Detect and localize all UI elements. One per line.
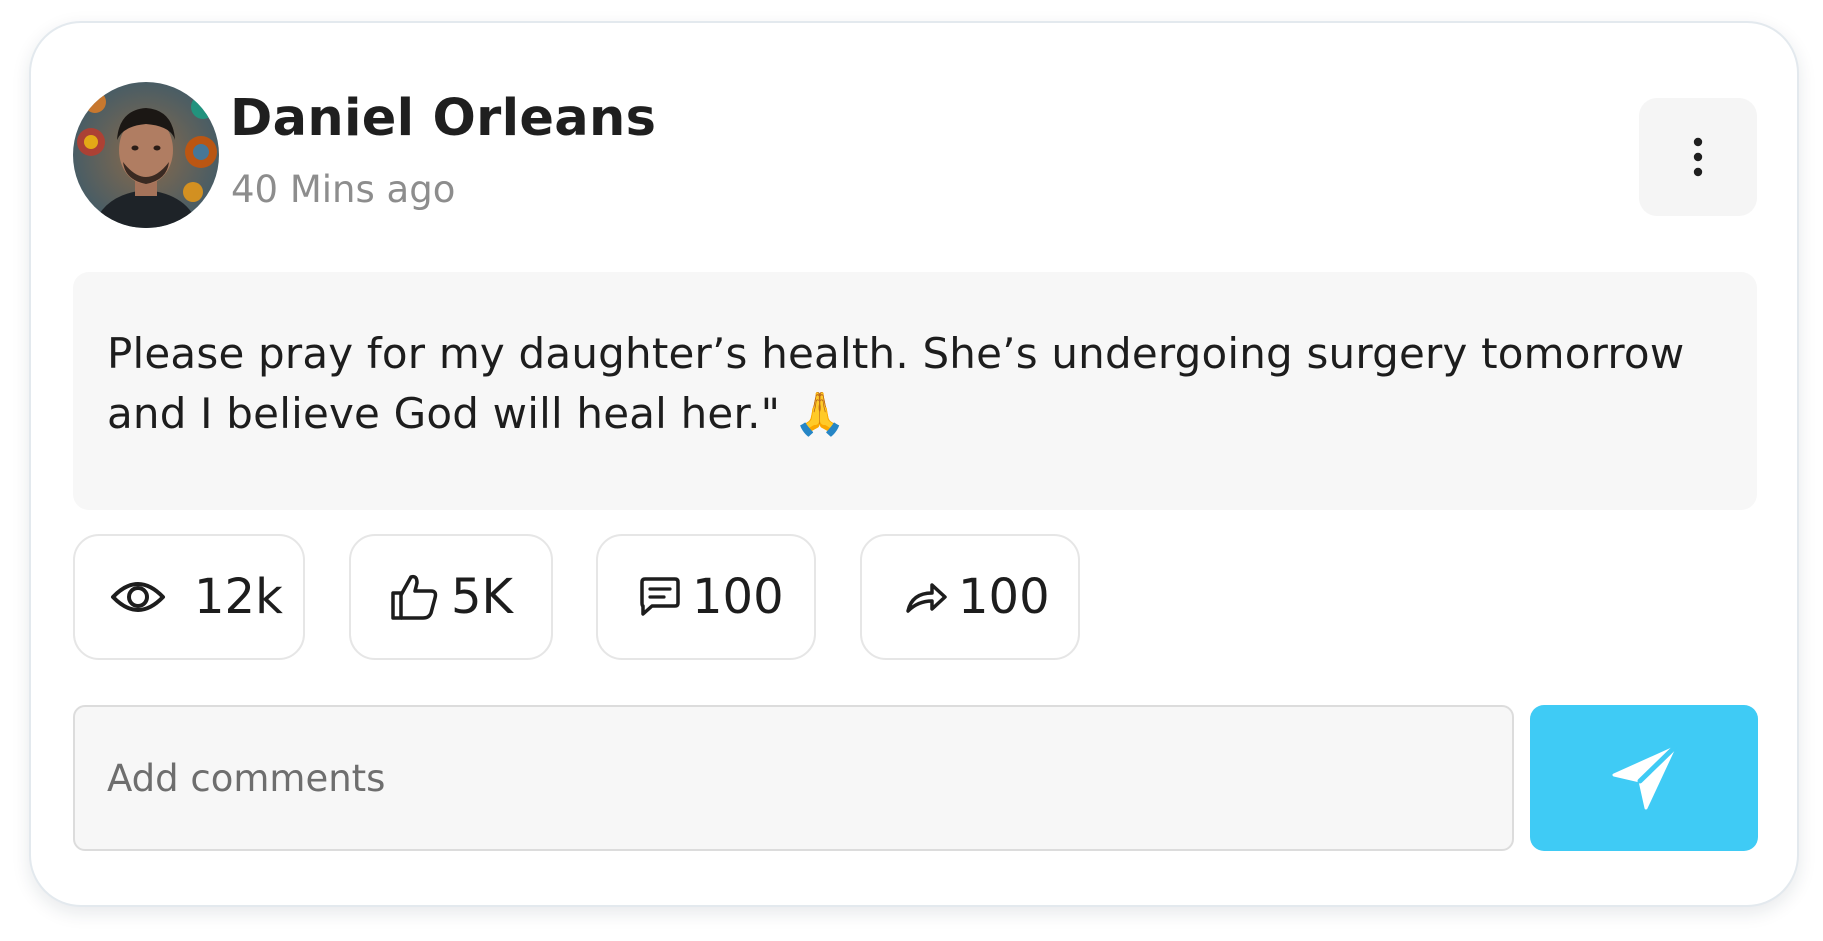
views-stat[interactable]: 12k	[73, 534, 305, 660]
like-button[interactable]: 5K	[349, 534, 553, 660]
more-options-button[interactable]	[1639, 98, 1757, 216]
shares-count: 100	[958, 569, 1050, 625]
share-button[interactable]: 100	[860, 534, 1080, 660]
more-vertical-icon	[1693, 137, 1703, 177]
send-icon	[1612, 745, 1677, 810]
eye-icon	[110, 575, 166, 619]
comment-input[interactable]	[73, 705, 1514, 851]
post-timestamp: 40 Mins ago	[231, 168, 456, 211]
thumbs-up-icon	[389, 573, 439, 621]
avatar-image	[73, 82, 219, 228]
post-card: Daniel Orleans 40 Mins ago Please pray f…	[29, 21, 1799, 907]
post-text: Please pray for my daughter’s health. Sh…	[107, 329, 1685, 438]
comment-icon	[638, 576, 682, 618]
author-name[interactable]: Daniel Orleans	[230, 89, 656, 148]
likes-count: 5K	[451, 569, 514, 625]
avatar[interactable]	[73, 82, 219, 228]
share-arrow-icon	[904, 579, 948, 615]
views-count: 12k	[194, 569, 283, 625]
post-content: Please pray for my daughter’s health. Sh…	[73, 272, 1757, 510]
comment-button[interactable]: 100	[596, 534, 816, 660]
comments-count: 100	[692, 569, 784, 625]
send-button[interactable]	[1530, 705, 1758, 851]
